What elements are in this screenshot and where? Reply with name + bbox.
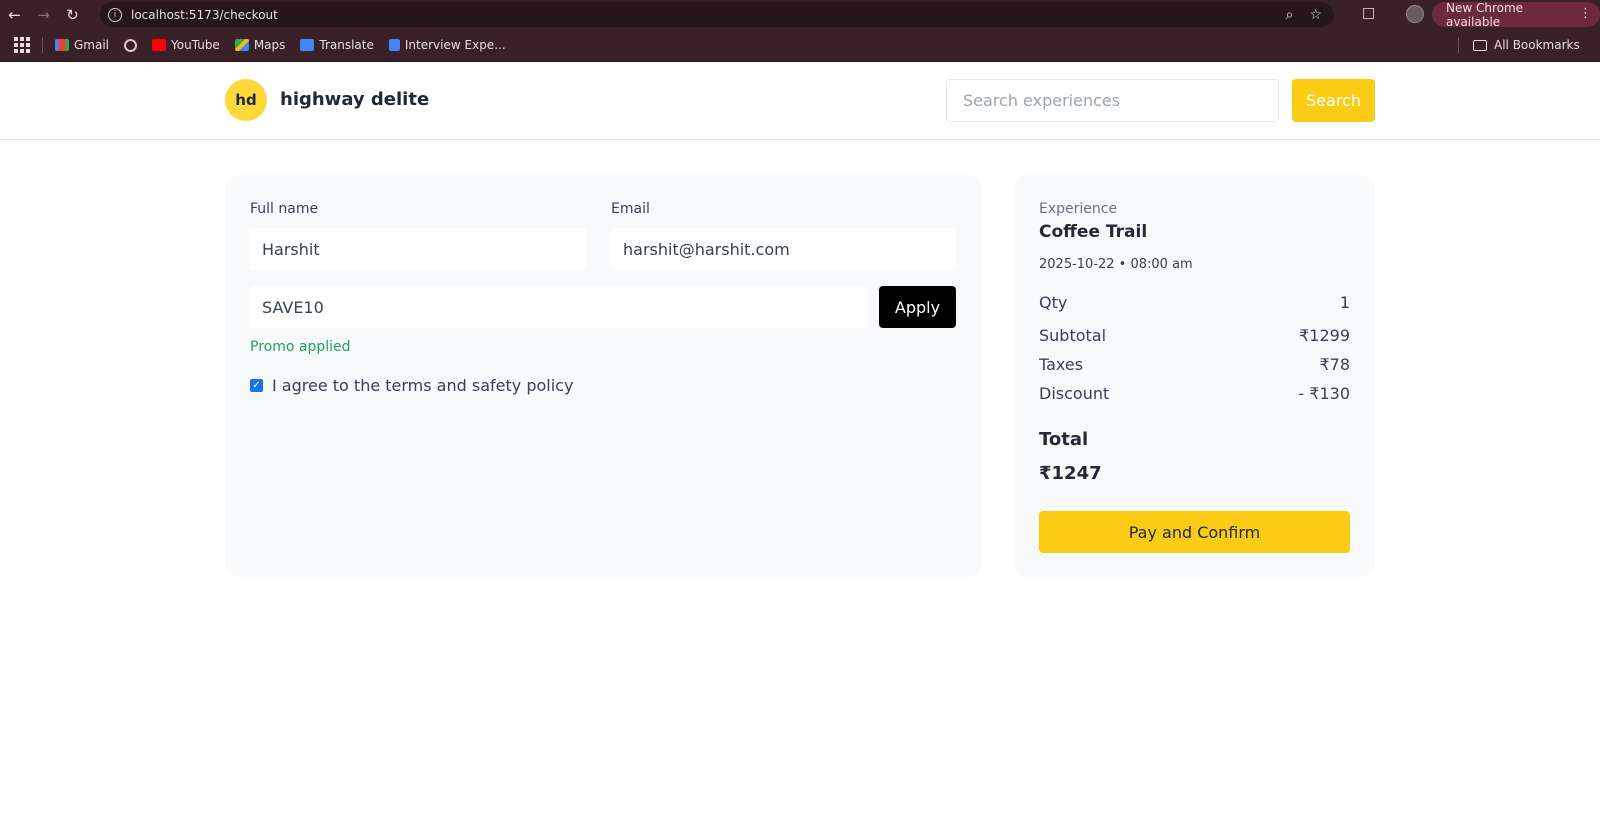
back-icon[interactable]: ←	[0, 0, 29, 29]
bookmark-label: Translate	[319, 38, 374, 52]
qty-row: Qty 1	[1039, 293, 1350, 312]
bookmark-star-icon[interactable]: ☆	[1309, 7, 1322, 23]
apply-promo-button[interactable]: Apply	[879, 286, 956, 328]
qty-label: Qty	[1039, 293, 1068, 312]
docs-icon	[388, 39, 400, 51]
bookmark-gmail[interactable]: Gmail	[55, 38, 109, 52]
terms-label: I agree to the terms and safety policy	[272, 376, 574, 395]
taxes-label: Taxes	[1039, 355, 1084, 374]
youtube-icon	[152, 39, 167, 51]
total-value: ₹1247	[1039, 463, 1102, 484]
maps-icon	[234, 39, 249, 51]
subtotal-row: Subtotal ₹1299	[1039, 326, 1350, 345]
bookmarks-divider	[1458, 37, 1459, 53]
forward-icon[interactable]: →	[29, 0, 58, 29]
full-name-field[interactable]	[250, 228, 587, 270]
profile-avatar[interactable]	[1406, 5, 1424, 23]
email-field[interactable]	[611, 228, 956, 270]
globe-icon[interactable]	[124, 38, 138, 52]
all-bookmarks-label: All Bookmarks	[1494, 38, 1580, 52]
taxes-row: Taxes ₹78	[1039, 355, 1350, 374]
experience-datetime: 2025-10-22 • 08:00 am	[1039, 257, 1193, 272]
search-button[interactable]: Search	[1292, 79, 1375, 122]
address-bar[interactable]: i localhost:5173/checkout ⌕ ☆	[100, 2, 1334, 27]
email-label: Email	[611, 201, 650, 217]
promo-code-field[interactable]	[250, 286, 867, 328]
site-info-icon[interactable]: i	[108, 7, 122, 22]
qty-value: 1	[1339, 293, 1350, 312]
bookmark-label: Interview Expe...	[404, 38, 506, 52]
experience-name: Coffee Trail	[1039, 222, 1148, 242]
discount-label: Discount	[1039, 384, 1110, 403]
discount-value: - ₹130	[1298, 384, 1350, 403]
menu-dots-icon[interactable]: ⋮	[1579, 6, 1592, 21]
bookmark-label: Maps	[253, 38, 286, 52]
gmail-icon	[55, 39, 69, 51]
subtotal-label: Subtotal	[1039, 326, 1107, 345]
folder-icon	[1473, 39, 1487, 51]
reload-icon[interactable]: ↻	[58, 0, 87, 29]
bookmark-label: Gmail	[74, 38, 110, 52]
extensions-icon[interactable]: □	[1362, 5, 1375, 21]
search-input[interactable]	[946, 79, 1279, 122]
zoom-icon[interactable]: ⌕	[1286, 7, 1294, 23]
checkout-form: Full name Email Apply Promo applied ✓ I …	[225, 175, 981, 577]
logo[interactable]: hd	[225, 79, 267, 121]
experience-label: Experience	[1039, 201, 1118, 217]
bookmarks-bar: Gmail YouTube Maps Translate Interview E…	[0, 29, 1600, 62]
bookmark-interview[interactable]: Interview Expe...	[388, 38, 506, 52]
taxes-value: ₹78	[1319, 355, 1350, 374]
translate-icon	[300, 39, 315, 51]
site-header: hd highway delite Search	[0, 62, 1600, 140]
discount-row: Discount - ₹130	[1039, 384, 1350, 403]
bookmarks-divider	[42, 37, 43, 53]
bookmark-maps[interactable]: Maps	[234, 38, 286, 52]
all-bookmarks-button[interactable]: All Bookmarks	[1473, 38, 1580, 52]
promo-status: Promo applied	[250, 339, 351, 355]
bookmark-label: YouTube	[171, 38, 220, 52]
url-text: localhost:5173/checkout	[131, 7, 278, 22]
apps-grid-icon[interactable]	[14, 37, 30, 53]
terms-checkbox[interactable]: ✓	[250, 379, 263, 392]
order-summary: Experience Coffee Trail 2025-10-22 • 08:…	[1014, 175, 1375, 577]
pay-and-confirm-button[interactable]: Pay and Confirm	[1039, 511, 1350, 553]
full-name-label: Full name	[250, 201, 319, 217]
update-chrome-button[interactable]: New Chrome available ⋮	[1432, 0, 1600, 29]
terms-agreement: ✓ I agree to the terms and safety policy	[250, 376, 573, 395]
brand-name[interactable]: highway delite	[280, 89, 429, 110]
update-chrome-label: New Chrome available	[1446, 0, 1524, 29]
total-label: Total	[1039, 429, 1089, 450]
bookmark-translate[interactable]: Translate	[300, 38, 374, 52]
bookmark-youtube[interactable]: YouTube	[152, 38, 220, 52]
subtotal-value: ₹1299	[1299, 326, 1350, 345]
